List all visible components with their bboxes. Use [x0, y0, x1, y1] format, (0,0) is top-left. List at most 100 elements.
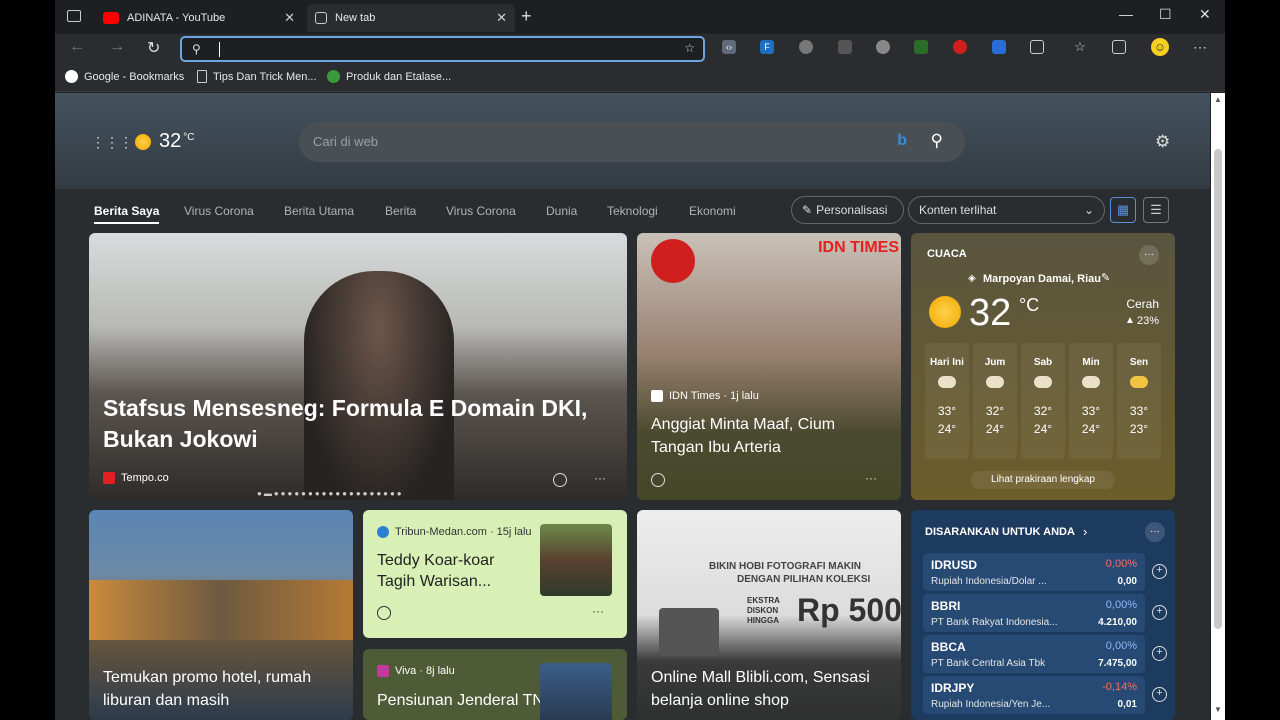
viva-story-card[interactable]: Viva · 8j lalu Pensiunan Jenderal TNI Se… — [363, 649, 627, 720]
close-icon[interactable]: ✕ — [496, 10, 507, 26]
tab-berita[interactable]: Berita — [385, 204, 416, 218]
bookmark-google[interactable]: Google - Bookmarks — [65, 70, 184, 83]
hotel-promo-card[interactable]: Temukan promo hotel, rumah liburan dan m… — [89, 510, 353, 720]
add-stock-icon[interactable]: + — [1152, 687, 1167, 702]
edit-location-icon[interactable]: ✎ — [1101, 271, 1110, 284]
more-options-icon[interactable]: ··· — [865, 471, 877, 485]
stocks-heading[interactable]: DISARANKAN UNTUK ANDA — [925, 526, 1075, 538]
tab-actions-icon[interactable] — [67, 10, 81, 22]
tab-new[interactable]: New tab ✕ — [307, 4, 515, 32]
gear-icon[interactable]: ⚙ — [1155, 132, 1170, 152]
more-menu-icon[interactable]: ⋯ — [1193, 39, 1207, 55]
tribun-story-card[interactable]: Tribun-Medan.com · 15j lalu Teddy Koar-k… — [363, 510, 627, 638]
stock-row[interactable]: BBCA PT Bank Central Asia Tbk 0,00% 7.47… — [923, 635, 1167, 673]
main-story-source: Tempo.co — [103, 472, 169, 484]
tab-berita-utama[interactable]: Berita Utama — [284, 204, 354, 218]
extension-recycle-icon[interactable] — [838, 40, 852, 54]
chevron-right-icon[interactable]: › — [1083, 524, 1087, 539]
new-tab-button[interactable]: + — [521, 6, 532, 27]
personalize-button[interactable]: ✎ Personalisasi — [791, 196, 904, 224]
apps-grid-icon[interactable]: ⋮⋮⋮ — [91, 134, 133, 151]
more-options-icon[interactable]: ··· — [1139, 245, 1159, 265]
profile-smiley-icon[interactable]: ☺ — [1151, 38, 1169, 56]
add-stock-icon[interactable]: + — [1152, 564, 1167, 579]
forward-icon[interactable]: → — [109, 38, 125, 56]
weather-humidity: 23% — [1136, 315, 1159, 327]
header-temp-unit: °C — [183, 132, 195, 143]
camera-product-photo — [659, 608, 719, 656]
minimize-icon[interactable]: — — [1119, 6, 1133, 22]
stock-row[interactable]: BBRI PT Bank Rakyat Indonesia... 0,00% 4… — [923, 594, 1167, 632]
refresh-icon[interactable]: ↻ — [147, 38, 160, 58]
more-options-icon[interactable]: ··· — [592, 604, 604, 618]
add-stock-icon[interactable]: + — [1152, 605, 1167, 620]
story-photo — [304, 271, 454, 500]
react-icon[interactable] — [377, 606, 391, 620]
viva-icon — [377, 665, 389, 677]
maximize-icon[interactable]: ☐ — [1159, 6, 1172, 23]
tab-berita-saya[interactable]: Berita Saya — [94, 204, 160, 224]
bookmark-tips[interactable]: Tips Dan Trick Men... — [197, 70, 317, 83]
react-icon[interactable] — [553, 473, 567, 487]
extension-ghost-icon[interactable] — [799, 40, 813, 54]
collections-icon[interactable] — [1112, 40, 1126, 54]
extension-dev-icon[interactable]: ‹› — [722, 40, 736, 54]
pencil-icon: ✎ — [802, 203, 813, 217]
vertical-scrollbar[interactable]: ▲ ▼ — [1211, 93, 1225, 720]
add-stock-icon[interactable]: + — [1152, 646, 1167, 661]
carousel-dots[interactable]: ●▬●●●●●●●●●●●●●●●●●●● — [257, 489, 404, 498]
tab-strip: ADINATA - YouTube ✕ New tab ✕ + — ☐ ✕ — [55, 0, 1225, 34]
stock-row[interactable]: IDRUSD Rupiah Indonesia/Dolar ... 0,00% … — [923, 553, 1167, 591]
stocks-card[interactable]: DISARANKAN UNTUK ANDA › ··· IDRUSD Rupia… — [911, 510, 1175, 720]
tab-ekonomi[interactable]: Ekonomi — [689, 204, 736, 218]
forecast-day[interactable]: Jum 32° 24° — [973, 343, 1017, 459]
extension-translate-icon[interactable]: F — [760, 40, 774, 54]
stock-change: 0,00% — [1105, 640, 1137, 652]
blibli-promo-label: EKSTRA DISKON HINGGA — [747, 596, 780, 625]
scroll-down-icon[interactable]: ▼ — [1214, 705, 1222, 714]
tab-youtube[interactable]: ADINATA - YouTube ✕ — [95, 4, 303, 32]
forecast-day[interactable]: Hari Ini 33° 24° — [925, 343, 969, 459]
search-icon[interactable]: ⚲ — [931, 131, 943, 151]
more-options-icon[interactable]: ··· — [594, 471, 606, 485]
tab-virus-corona-2[interactable]: Virus Corona — [446, 204, 516, 218]
weather-summary[interactable]: 32 °C — [135, 130, 194, 153]
idn-story-card[interactable]: IDN TIMES IDN Times · 1j lalu Anggiat Mi… — [637, 233, 901, 500]
list-layout-icon[interactable]: ☰ — [1143, 197, 1169, 223]
more-options-icon[interactable]: ··· — [1145, 522, 1165, 542]
weather-card[interactable]: CUACA ··· ◈ Marpoyan Damai, Riau ✎ 32 °C… — [911, 233, 1175, 500]
extension-shield-icon[interactable] — [992, 40, 1006, 54]
visibility-label: Konten terlihat — [919, 203, 997, 217]
forecast-day[interactable]: Sab 32° 24° — [1021, 343, 1065, 459]
forecast-day[interactable]: Min 33° 24° — [1069, 343, 1113, 459]
tab-virus-corona[interactable]: Virus Corona — [184, 204, 254, 218]
bookmark-produk[interactable]: Produk dan Etalase... — [327, 70, 451, 83]
content-visibility-dropdown[interactable]: Konten terlihat ⌄ — [908, 196, 1105, 224]
back-icon[interactable]: ← — [69, 38, 85, 56]
stock-row[interactable]: IDRJPY Rupiah Indonesia/Yen Je... -0,14%… — [923, 676, 1167, 714]
tab-teknologi[interactable]: Teknologi — [607, 204, 658, 218]
web-search-box[interactable]: Cari di web b ⚲ — [299, 122, 965, 162]
extensions-puzzle-icon[interactable] — [1030, 40, 1044, 54]
extension-cloud-icon[interactable] — [876, 40, 890, 54]
grid-layout-icon[interactable]: ▦ — [1110, 197, 1136, 223]
new-tab-page: ⋮⋮⋮ 32 °C Cari di web b ⚲ ⚙ Berita Saya … — [55, 93, 1210, 720]
scroll-up-icon[interactable]: ▲ — [1214, 95, 1222, 104]
scrollbar-thumb[interactable] — [1214, 149, 1222, 629]
favorites-icon[interactable]: ☆ — [1073, 39, 1087, 54]
close-icon[interactable]: ✕ — [284, 10, 295, 26]
react-icon[interactable] — [651, 473, 665, 487]
favorite-star-icon[interactable]: ☆ — [684, 41, 695, 55]
youtube-icon — [103, 12, 119, 24]
main-story-card[interactable]: Stafsus Mensesneg: Formula E Domain DKI,… — [89, 233, 627, 500]
tab-dunia[interactable]: Dunia — [546, 204, 577, 218]
extension-green-icon[interactable] — [914, 40, 928, 54]
bing-icon[interactable]: b — [897, 132, 907, 150]
forecast-day[interactable]: Sen 33° 23° — [1117, 343, 1161, 459]
close-window-icon[interactable]: ✕ — [1199, 6, 1211, 23]
address-bar[interactable]: ⚲ ☆ — [180, 36, 705, 62]
blibli-promo-card[interactable]: BIKIN HOBI FOTOGRAFI MAKIN DENGAN PILIHA… — [637, 510, 901, 720]
full-forecast-link[interactable]: Lihat prakiraan lengkap — [971, 471, 1115, 489]
location-pin-icon: ◈ — [968, 273, 976, 284]
extension-red-icon[interactable] — [953, 40, 967, 54]
